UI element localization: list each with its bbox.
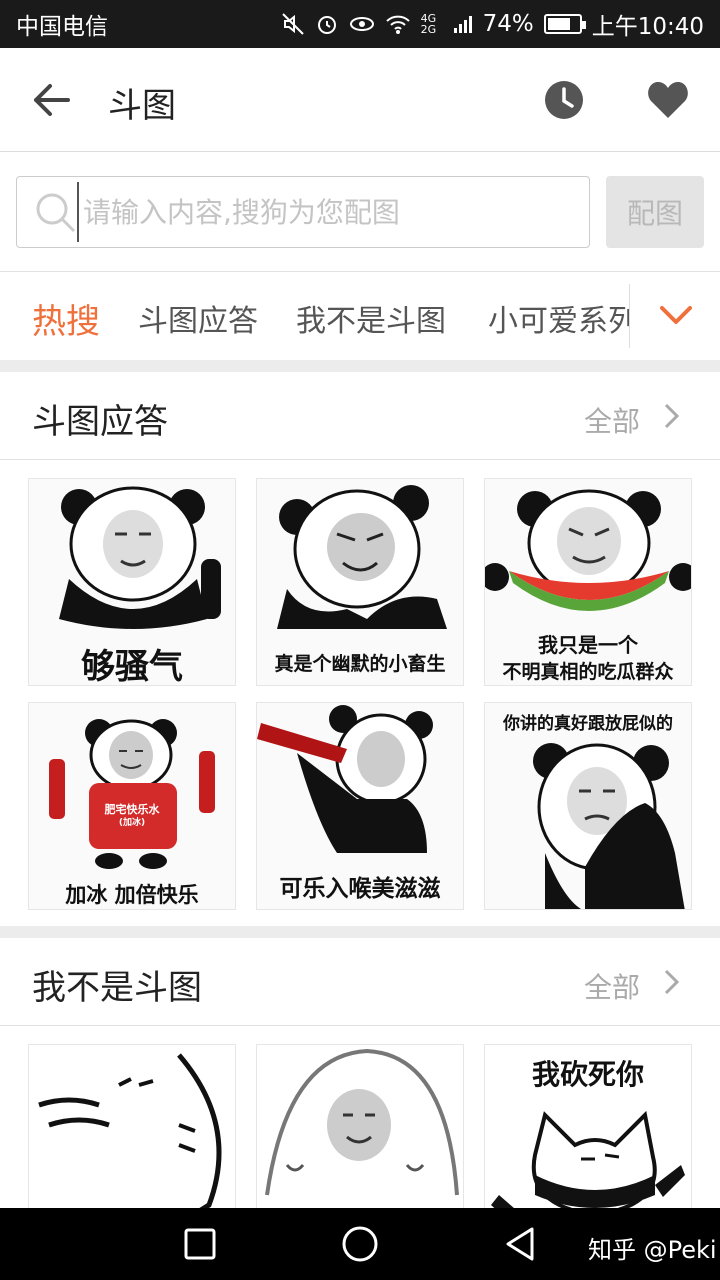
search-box[interactable] [16, 176, 590, 248]
tab-not-doutu[interactable]: 我不是斗图 [296, 296, 446, 340]
shirt-text-line2: (加冰) [118, 818, 146, 828]
sticker-item[interactable]: 够骚气 [28, 478, 236, 686]
chevron-right-icon [664, 403, 680, 429]
sticker-item[interactable]: 我只是一个 不明真相的吃瓜群众 [484, 478, 692, 686]
sticker-item[interactable]: 可乐入喉美滋滋 [256, 702, 464, 910]
status-bar: 中国电信 4G 2G 74% 上午10:40 [0, 0, 720, 48]
tab-doutu-response[interactable]: 斗图应答 [138, 296, 258, 340]
carrier-name: 中国电信 [16, 14, 108, 40]
favorite-heart-icon[interactable] [646, 78, 690, 122]
sticker-caption-line2: 不明真相的吃瓜群众 [502, 661, 674, 683]
sticker-caption: 真是个幽默的小畜生 [274, 653, 446, 675]
section-header-not-doutu[interactable]: 我不是斗图 全部 [0, 938, 720, 1026]
tab-cute-series[interactable]: 小可爱系列 [488, 296, 630, 340]
search-row: 配图 [0, 152, 720, 272]
sticker-caption: 够骚气 [81, 647, 183, 686]
match-image-button[interactable]: 配图 [606, 176, 704, 248]
section-gap [0, 926, 720, 938]
battery-percent: 74% [482, 11, 534, 37]
section-gap [0, 360, 720, 372]
system-nav-bar: 知乎 @Peki [0, 1208, 720, 1280]
search-icon [36, 193, 76, 233]
eye-icon [349, 12, 375, 36]
sticker-caption: 你讲的真好跟放屁似的 [503, 714, 673, 734]
history-clock-icon[interactable] [544, 80, 584, 120]
network-type: 4G 2G [420, 12, 437, 36]
chevron-down-icon[interactable] [656, 296, 696, 336]
sticker-item[interactable]: 肥宅快乐水 (加冰) 加冰 加倍快乐 [28, 702, 236, 910]
view-all-link[interactable]: 全部 [584, 400, 640, 440]
sticker-item[interactable]: 真是个幽默的小畜生 [256, 478, 464, 686]
sticker-caption: 我只是一个 [538, 633, 638, 657]
sticker-caption: 可乐入喉美滋滋 [279, 876, 441, 902]
category-tabs: 热搜 斗图应答 我不是斗图 小可爱系列 [0, 272, 720, 360]
chevron-right-icon [664, 969, 680, 995]
signal-icon [453, 14, 473, 34]
section-header-doutu-response[interactable]: 斗图应答 全部 [0, 372, 720, 460]
panda-pointing-image [533, 743, 685, 909]
back-triangle-icon[interactable] [500, 1224, 540, 1264]
page-title: 斗图 [108, 86, 176, 126]
tab-divider [629, 284, 630, 348]
back-arrow-icon[interactable] [30, 80, 74, 120]
tab-hot-search[interactable]: 热搜 [32, 294, 100, 343]
search-input[interactable] [77, 182, 589, 242]
clock: 上午10:40 [591, 14, 704, 40]
sticker-caption: 我砍死你 [531, 1058, 644, 1091]
watermark-text: 知乎 @Peki [588, 1236, 717, 1264]
battery-icon [543, 14, 586, 34]
wifi-icon [385, 13, 411, 35]
home-circle-icon[interactable] [340, 1224, 380, 1264]
sticker-item[interactable]: 你讲的真好跟放屁似的 [484, 702, 692, 910]
sticker-caption: 加冰 加倍快乐 [65, 883, 199, 907]
recent-apps-square-icon[interactable] [180, 1224, 220, 1264]
section-title: 我不是斗图 [32, 968, 202, 1008]
view-all-link[interactable]: 全部 [584, 966, 640, 1006]
alarm-icon [315, 12, 339, 36]
mute-icon [281, 12, 305, 36]
title-bar: 斗图 [0, 48, 720, 152]
section-title: 斗图应答 [32, 402, 168, 442]
